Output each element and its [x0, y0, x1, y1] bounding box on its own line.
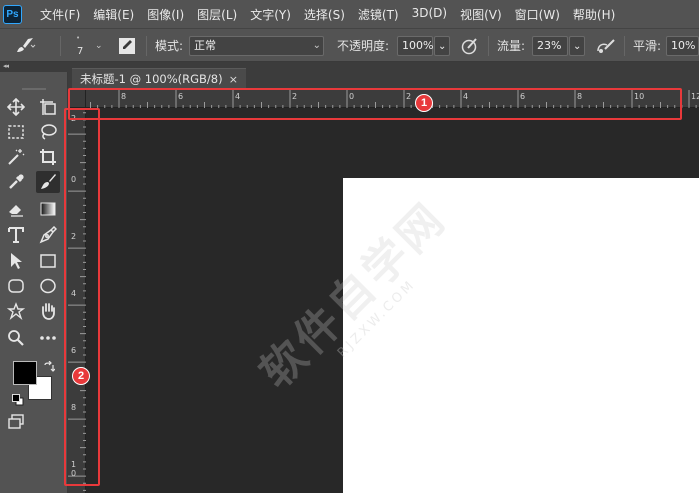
opacity-input[interactable]: 100% [397, 36, 433, 56]
menu-item[interactable]: 选择(S) [304, 6, 345, 23]
pen-tool-icon[interactable] [36, 224, 60, 246]
flow-dropdown[interactable]: ⌄ [569, 36, 585, 56]
eraser-tool-icon[interactable] [4, 198, 28, 220]
mode-label: 模式: [155, 39, 184, 53]
brush-tool-icon[interactable] [36, 171, 60, 193]
menu-item[interactable]: 文件(F) [40, 6, 80, 23]
path-selection-tool-icon[interactable] [4, 250, 28, 272]
smoothing-label: 平滑: [633, 39, 662, 53]
ruler-label: 12 [691, 92, 699, 101]
magic-wand-tool-icon[interactable] [4, 146, 28, 168]
rectangle-tool-icon[interactable] [36, 250, 60, 272]
artboard-tool-icon[interactable] [36, 96, 60, 118]
tools-panel [0, 72, 68, 493]
chevron-down-icon: ⌄ [438, 41, 447, 52]
gradient-tool-icon[interactable] [36, 198, 60, 220]
menu-item[interactable]: 图像(I) [147, 6, 184, 23]
flow-value: 23% [537, 39, 562, 52]
collapse-panel-icon[interactable]: ◂◂ [3, 62, 9, 70]
opacity-dropdown[interactable]: ⌄ [434, 36, 450, 56]
menu-item[interactable]: 图层(L) [197, 6, 237, 23]
screen-mode-icon[interactable] [4, 411, 28, 433]
default-colors-icon[interactable] [12, 391, 24, 410]
close-icon[interactable]: × [229, 69, 238, 90]
separator [624, 36, 625, 56]
mode-select[interactable]: 正常 ⌄ [189, 36, 324, 56]
menu-item[interactable]: 滤镜(T) [358, 6, 399, 23]
custom-shape-tool-icon[interactable] [4, 300, 28, 322]
rounded-rectangle-tool-icon[interactable] [4, 275, 28, 297]
flow-label: 流量: [497, 39, 526, 53]
eyedropper-tool-icon[interactable] [4, 171, 28, 193]
menu-items: 文件(F) 编辑(E) 图像(I) 图层(L) 文字(Y) 选择(S) 滤镜(T) 3D(D)… [40, 6, 628, 23]
zoom-tool-icon[interactable] [4, 327, 28, 349]
chevron-down-icon[interactable]: ⌄ [95, 41, 103, 51]
annotation-box-horizontal-ruler [68, 88, 682, 120]
separator [488, 36, 489, 56]
type-tool-icon[interactable] [4, 224, 28, 246]
pressure-opacity-icon[interactable] [460, 37, 480, 59]
opacity-label: 不透明度: [337, 39, 390, 53]
separator [60, 36, 61, 56]
menu-item[interactable]: 编辑(E) [93, 6, 134, 23]
brush-preset-icon[interactable] [14, 37, 36, 59]
smoothing-input[interactable]: 10% [666, 36, 699, 56]
move-tool-icon[interactable] [4, 96, 28, 118]
document-tab-title: 未标题-1 @ 100%(RGB/8) [80, 72, 223, 86]
lasso-tool-icon[interactable] [36, 121, 60, 143]
hand-tool-icon[interactable] [36, 300, 60, 322]
airbrush-icon[interactable] [595, 37, 617, 59]
smoothing-value: 10% [671, 39, 696, 52]
crop-tool-icon[interactable] [36, 146, 60, 168]
annotation-badge-1: 1 [415, 94, 433, 112]
menu-bar: Ps 文件(F) 编辑(E) 图像(I) 图层(L) 文字(Y) 选择(S) 滤镜(T) 3D… [0, 0, 699, 28]
document-canvas[interactable] [343, 178, 699, 493]
toolbar-grip [22, 88, 46, 90]
tab-document[interactable]: 未标题-1 @ 100%(RGB/8) × [72, 68, 246, 90]
separator [146, 36, 147, 56]
opacity-value: 100% [402, 39, 434, 52]
menu-item[interactable]: 3D(D) [412, 6, 447, 23]
flow-input[interactable]: 23% [532, 36, 568, 56]
foreground-color-swatch[interactable] [13, 361, 37, 385]
photoshop-logo: Ps [3, 4, 22, 24]
menu-item[interactable]: 帮助(H) [573, 6, 615, 23]
brush-settings-icon[interactable] [118, 37, 136, 59]
marquee-tool-icon[interactable] [4, 121, 28, 143]
menu-item[interactable]: 窗口(W) [515, 6, 560, 23]
chevron-down-icon: ⌄ [573, 41, 582, 52]
mode-value: 正常 [194, 39, 216, 52]
chevron-down-icon: ⌄ [312, 40, 321, 51]
ellipse-tool-icon[interactable] [36, 275, 60, 297]
more-tools-icon[interactable] [36, 327, 60, 349]
options-bar: • 7 ⌄ 模式: 正常 ⌄ 不透明度: 100% ⌄ 流量: 23% ⌄ 平滑… [0, 28, 699, 62]
menu-item[interactable]: 视图(V) [460, 6, 502, 23]
annotation-box-vertical-ruler [64, 108, 100, 486]
annotation-badge-2: 2 [72, 367, 90, 385]
swap-colors-icon[interactable] [43, 358, 56, 377]
menu-item[interactable]: 文字(Y) [250, 6, 291, 23]
